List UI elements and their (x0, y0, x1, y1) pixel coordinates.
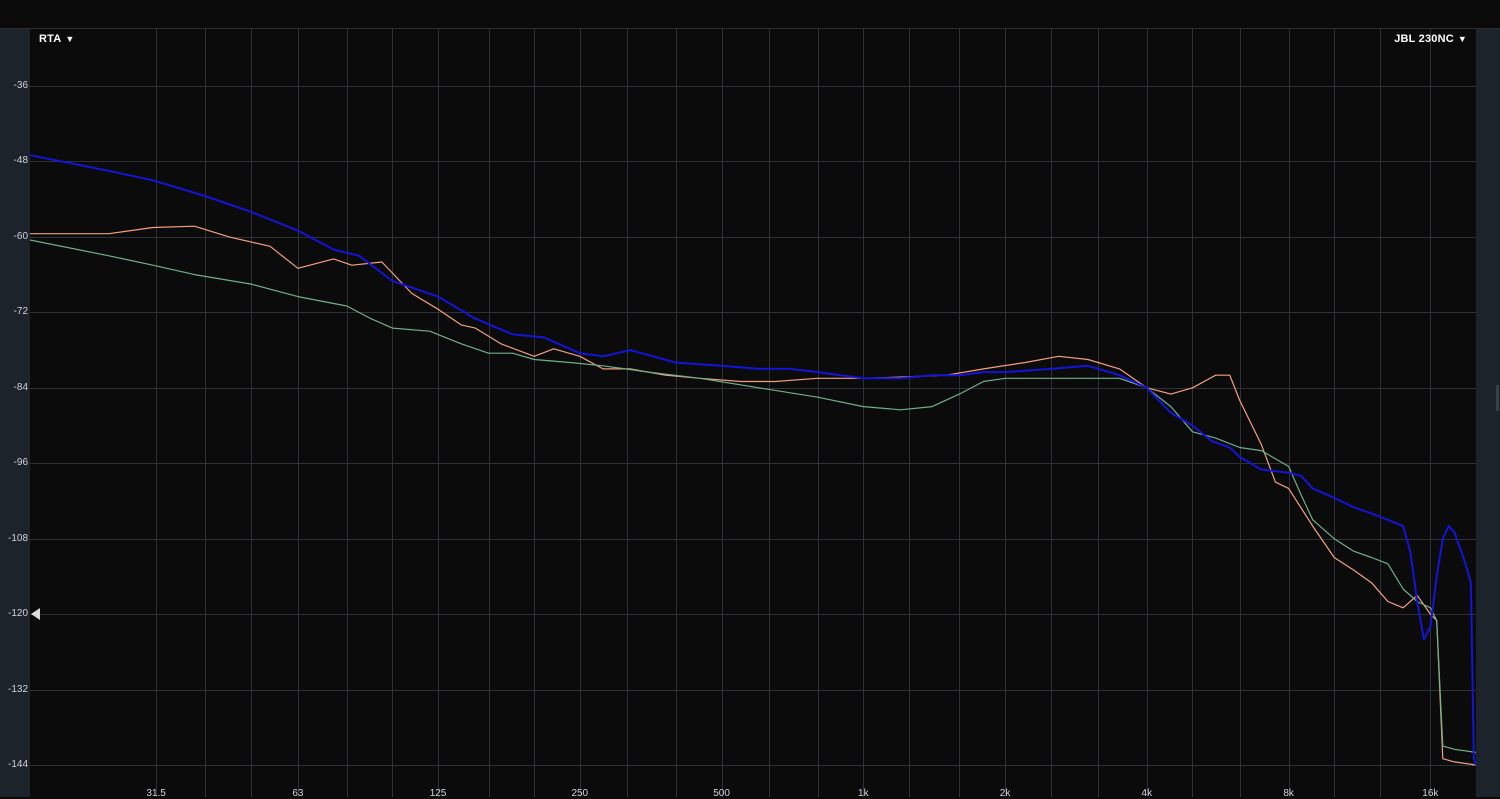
y-tick-label: -96 (13, 457, 28, 469)
x-tick-label: 2k (999, 788, 1011, 799)
x-tick-label: 1k (858, 788, 869, 799)
series-line-2 (29, 239, 1477, 753)
y-tick-label: -60 (13, 230, 28, 242)
x-tick-label: 16k (1422, 788, 1439, 799)
x-tick-label: 31.5 (146, 788, 166, 799)
x-tick-label: 250 (571, 788, 589, 799)
device-dropdown[interactable]: JBL 230NC ▼ (1394, 33, 1467, 45)
y-tick-label: -132 (7, 683, 28, 695)
series-line-3 (29, 154, 1477, 766)
series-line-1 (30, 225, 1477, 766)
y-tick-label: -120 (7, 608, 28, 620)
chevron-down-icon: ▼ (1457, 34, 1467, 44)
rta-chart (29, 29, 1477, 797)
x-tick-label: 4k (1141, 788, 1153, 799)
x-tick-label: 500 (713, 788, 730, 799)
y-tick-label: -108 (7, 532, 28, 544)
grid-lines (30, 29, 1476, 797)
level-handle-icon[interactable] (31, 608, 40, 621)
chevron-down-icon: ▼ (65, 34, 75, 44)
mode-label: RTA (39, 33, 62, 45)
y-tick-label: -84 (13, 381, 28, 393)
x-tick-label: 8k (1283, 788, 1294, 799)
mode-dropdown[interactable]: RTA ▼ (39, 33, 75, 45)
series-lines (29, 154, 1477, 766)
y-tick-label: -48 (13, 155, 28, 167)
y-tick-label: -72 (13, 306, 28, 318)
y-tick-label: -36 (13, 80, 28, 91)
x-tick-label: 63 (292, 788, 304, 799)
x-tick-label: 125 (429, 788, 447, 799)
y-tick-label: -144 (7, 759, 28, 770)
device-label: JBL 230NC (1394, 33, 1454, 45)
